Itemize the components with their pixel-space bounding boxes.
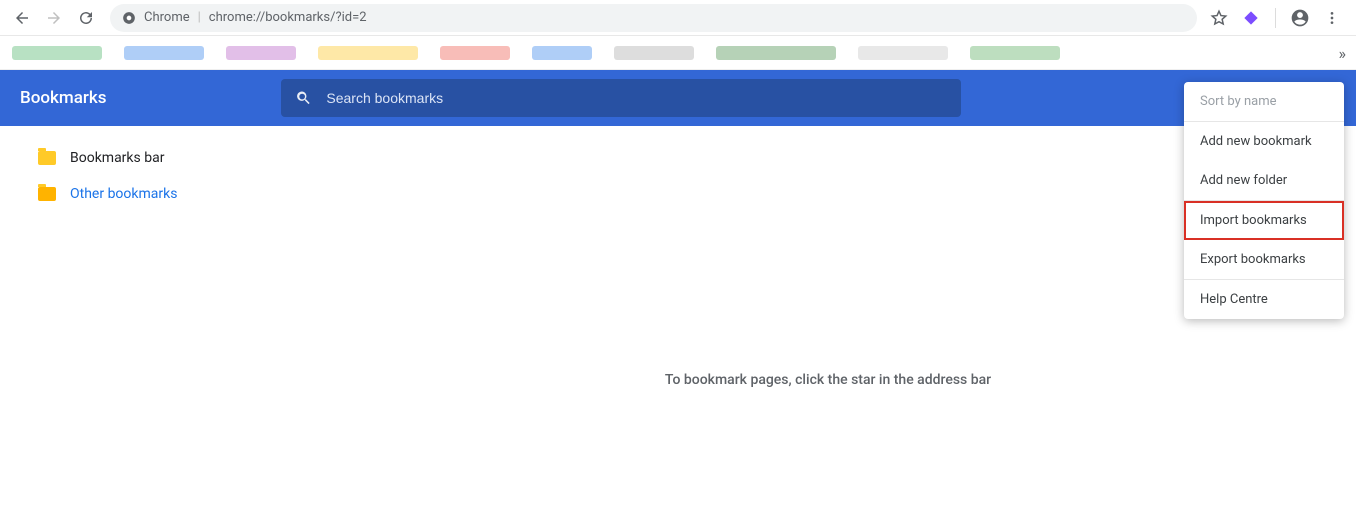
bookmarks-sidebar: Bookmarks bar Other bookmarks — [0, 126, 300, 513]
bookmark-chip[interactable] — [614, 46, 694, 60]
menu-export-bookmarks[interactable]: Export bookmarks — [1184, 240, 1344, 279]
account-circle-icon — [1290, 8, 1310, 28]
bookmark-chip[interactable] — [970, 46, 1060, 60]
search-icon — [295, 89, 312, 107]
address-scheme-label: Chrome — [144, 10, 190, 25]
bookmark-chip[interactable] — [124, 46, 204, 60]
dots-vertical-icon — [1324, 10, 1340, 26]
profile-button[interactable] — [1288, 6, 1312, 30]
menu-help-centre[interactable]: Help Centre — [1184, 280, 1344, 319]
bookmark-chip[interactable] — [12, 46, 102, 60]
chrome-icon — [122, 11, 136, 25]
menu-import-bookmarks[interactable]: Import bookmarks — [1184, 201, 1344, 240]
bookmark-chip[interactable] — [440, 46, 510, 60]
check-diamond-icon — [1243, 10, 1259, 26]
back-button[interactable] — [8, 4, 36, 32]
menu-add-new-folder[interactable]: Add new folder — [1184, 161, 1344, 200]
bookmark-chip[interactable] — [858, 46, 948, 60]
organize-menu: Sort by name Add new bookmark Add new fo… — [1184, 82, 1344, 319]
bookmarks-bar-strip: » — [0, 36, 1356, 70]
search-input[interactable] — [326, 90, 947, 106]
bookmark-chip[interactable] — [716, 46, 836, 60]
menu-add-new-bookmark[interactable]: Add new bookmark — [1184, 122, 1344, 161]
star-button[interactable] — [1207, 6, 1231, 30]
empty-state-message: To bookmark pages, click the star in the… — [665, 372, 991, 388]
star-icon — [1210, 9, 1228, 27]
bookmark-chip[interactable] — [532, 46, 592, 60]
forward-button[interactable] — [40, 4, 68, 32]
reload-icon — [77, 9, 95, 27]
chrome-menu-button[interactable] — [1320, 6, 1344, 30]
search-container[interactable] — [281, 79, 961, 117]
bookmark-chip[interactable] — [226, 46, 296, 60]
address-separator: | — [198, 10, 201, 25]
address-bar[interactable]: Chrome | chrome://bookmarks/?id=2 — [110, 4, 1197, 32]
sidebar-item-bookmarks-bar[interactable]: Bookmarks bar — [0, 140, 300, 176]
menu-sort-by-name[interactable]: Sort by name — [1184, 82, 1344, 121]
folder-icon — [38, 151, 56, 165]
bookmarks-header: Bookmarks — [0, 70, 1356, 126]
bookmarks-overflow-button[interactable]: » — [1339, 44, 1347, 63]
arrow-left-icon — [13, 9, 31, 27]
browser-toolbar: Chrome | chrome://bookmarks/?id=2 — [0, 0, 1356, 36]
toolbar-right — [1207, 6, 1348, 30]
sidebar-item-other-bookmarks[interactable]: Other bookmarks — [0, 176, 300, 212]
reload-button[interactable] — [72, 4, 100, 32]
folder-icon — [38, 187, 56, 201]
extension-button[interactable] — [1239, 6, 1263, 30]
bookmarks-body: Bookmarks bar Other bookmarks To bookmar… — [0, 126, 1356, 513]
sidebar-item-label: Bookmarks bar — [70, 150, 164, 166]
sidebar-item-label: Other bookmarks — [70, 186, 177, 202]
bookmark-chip[interactable] — [318, 46, 418, 60]
toolbar-divider — [1275, 8, 1276, 28]
address-url: chrome://bookmarks/?id=2 — [209, 10, 367, 25]
page-title: Bookmarks — [20, 88, 107, 108]
arrow-right-icon — [45, 9, 63, 27]
